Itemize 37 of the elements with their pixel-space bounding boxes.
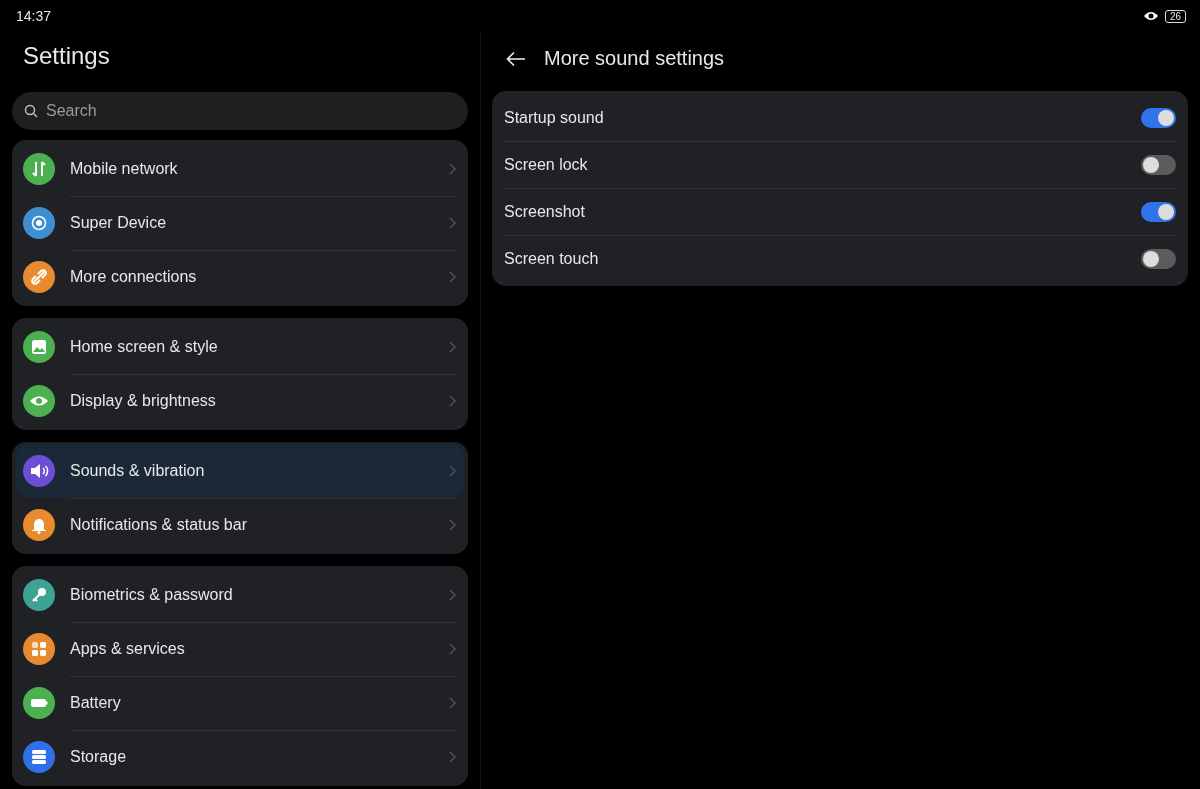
setting-label: Screenshot (504, 203, 585, 221)
settings-item[interactable]: Storage (16, 730, 464, 784)
page-title: More sound settings (544, 47, 725, 70)
search-field[interactable]: Search (12, 92, 468, 130)
chevron-icon (449, 271, 456, 283)
setting-label: Startup sound (504, 109, 604, 127)
toggle-switch[interactable] (1141, 202, 1176, 222)
settings-item[interactable]: Sounds & vibration (16, 444, 464, 498)
chevron-icon (449, 643, 456, 655)
chevron-icon (449, 217, 456, 229)
settings-item[interactable]: Battery (16, 676, 464, 730)
setting-label: Screen touch (504, 250, 599, 268)
settings-item[interactable]: Biometrics & password (16, 568, 464, 622)
chevron-icon (449, 395, 456, 407)
toggle-switch[interactable] (1141, 249, 1176, 269)
back-icon[interactable] (506, 50, 526, 67)
battery-level: 26 (1164, 9, 1186, 23)
settings-item[interactable]: Super Device (16, 196, 464, 250)
settings-item[interactable]: Notifications & status bar (16, 498, 464, 552)
chevron-icon (449, 751, 456, 763)
settings-item[interactable]: Display & brightness (16, 374, 464, 428)
chevron-icon (449, 465, 456, 477)
status-time: 14:37 (16, 8, 52, 24)
settings-item[interactable]: Home screen & style (16, 320, 464, 374)
eye-icon (1142, 10, 1159, 22)
chevron-icon (449, 519, 456, 531)
settings-title: Settings (22, 41, 111, 71)
chevron-icon (449, 697, 456, 709)
settings-item[interactable]: Apps & services (16, 622, 464, 676)
toggle-switch[interactable] (1141, 108, 1176, 128)
chevron-icon (449, 163, 456, 175)
settings-item[interactable]: More connections (16, 250, 464, 304)
chevron-icon (449, 589, 456, 601)
chevron-icon (449, 341, 456, 353)
toggle-switch[interactable] (1141, 155, 1176, 175)
settings-item[interactable]: Mobile network (16, 142, 464, 196)
setting-label: Screen lock (504, 156, 588, 174)
